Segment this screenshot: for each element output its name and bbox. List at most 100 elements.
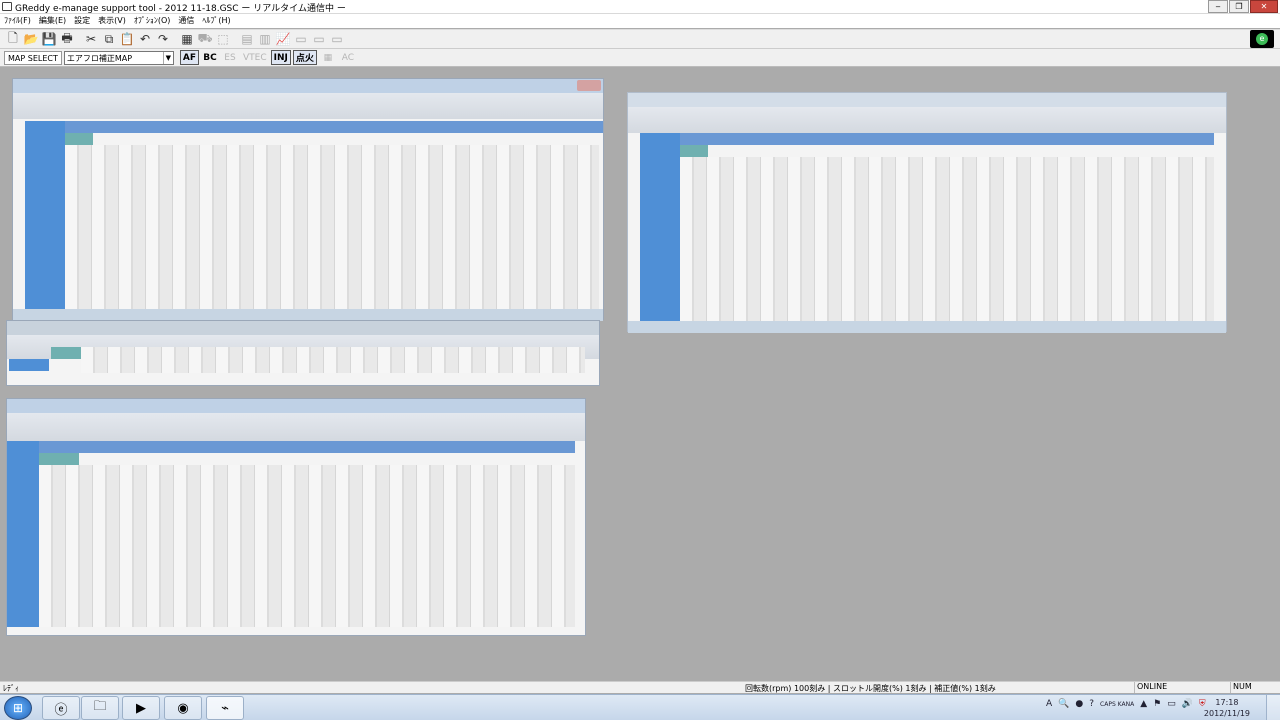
ime-mode-icon[interactable]: ● — [1075, 699, 1083, 709]
taskbar: ⊞ ⓔ 🗀 ▶ ◉ ⌁ A 🔍 ● ? CAPS KANA ▲ ⚑ ▭ 🔊 ⛨ … — [0, 694, 1280, 720]
map-window-1-column-header — [65, 121, 603, 133]
map-window-3-toolbar — [7, 413, 585, 441]
title-bar: GReddy e-manage support tool - 2012 11-1… — [0, 0, 1280, 14]
close-button[interactable]: ✕ — [1250, 0, 1278, 13]
map-window-2[interactable] — [6, 320, 600, 386]
flag-icon[interactable]: ⚑ — [1153, 699, 1161, 709]
mode-inj-button[interactable]: INJ — [270, 50, 291, 65]
emanage-icon[interactable]: ⌁ — [206, 696, 244, 720]
map-window-2-grid[interactable] — [81, 347, 585, 373]
redo-icon[interactable]: ↷ — [154, 31, 172, 48]
map-window-4-footer — [628, 321, 1226, 333]
map-window-1[interactable] — [12, 78, 604, 321]
map-window-4[interactable] — [627, 92, 1227, 333]
map-window-1-toolbar — [13, 93, 603, 119]
menu-edit[interactable]: 編集(E) — [39, 14, 66, 28]
map-window-3-titlebar[interactable] — [7, 399, 585, 413]
window-1-icon[interactable]: ▭ — [292, 31, 310, 48]
menu-options[interactable]: ｵﾌﾟｼｮﾝ(O) — [134, 14, 171, 28]
ie-icon[interactable]: ⓔ — [42, 696, 80, 720]
mode-ac-button[interactable]: AC — [339, 50, 357, 65]
window-title: GReddy e-manage support tool - 2012 11-1… — [15, 4, 346, 14]
close-icon[interactable] — [577, 80, 601, 91]
save-icon[interactable]: 💾 — [40, 31, 58, 48]
select-icon[interactable]: ⬚ — [214, 31, 232, 48]
menu-bar: ﾌｧｲﾙ(F) 編集(E) 設定 表示(V) ｵﾌﾟｼｮﾝ(O) 通信 ﾍﾙﾌﾟ… — [0, 14, 1280, 28]
table-icon[interactable]: ▦ — [178, 31, 196, 48]
clock[interactable]: 17:18 2012/11/19 — [1204, 697, 1250, 719]
open-icon[interactable]: 📂 — [22, 31, 40, 48]
cut-icon[interactable]: ✂ — [82, 31, 100, 48]
map-window-2-column-header — [9, 359, 49, 371]
new-icon[interactable]: 🗋 — [4, 31, 22, 48]
volume-icon[interactable]: 🔊 — [1182, 699, 1193, 709]
map-select-label: MAP SELECT — [4, 50, 62, 65]
mode-map-button[interactable]: ▦ — [319, 50, 337, 65]
map-toolbar: MAP SELECT エアフロ補正MAP ▼ AF BC ES VTEC INJ… — [0, 49, 1280, 67]
minimize-button[interactable]: ‒ — [1208, 0, 1228, 13]
map-window-1-grid[interactable] — [65, 145, 599, 309]
map-window-4-cursor-cell — [680, 145, 708, 157]
status-ready: ﾚﾃﾞｨ — [3, 684, 19, 693]
mode-bc-button[interactable]: BC — [201, 50, 219, 65]
window-3-icon[interactable]: ▭ — [328, 31, 346, 48]
main-toolbar: 🗋 📂 💾 🖶 ✂ ⧉ 📋 ↶ ↷ ▦ ⛟ ⬚ ▤ ▥ 📈 ▭ ▭ ▭ — [0, 29, 1280, 49]
clock-date: 2012/11/19 — [1203, 709, 1250, 718]
map-right-icon[interactable]: ▥ — [256, 31, 274, 48]
map-window-4-row-header — [640, 133, 680, 321]
show-desktop-button[interactable] — [1266, 695, 1280, 720]
map-select-dropdown[interactable]: エアフロ補正MAP ▼ — [63, 50, 174, 65]
tray-expand-icon[interactable]: ▲ — [1140, 699, 1147, 709]
map-window-1-cursor-cell — [65, 133, 93, 145]
ime-icon[interactable]: A — [1046, 699, 1052, 709]
menu-file[interactable]: ﾌｧｲﾙ(F) — [4, 14, 31, 28]
map-window-1-row-header — [25, 121, 65, 309]
menu-communication[interactable]: 通信 — [178, 14, 194, 28]
chrome-icon[interactable]: ◉ — [164, 696, 202, 720]
caps-kana-indicator: CAPS KANA — [1100, 700, 1135, 708]
app-icon[interactable] — [2, 2, 12, 11]
map-select-value: エアフロ補正MAP — [66, 53, 133, 63]
paste-icon[interactable]: 📋 — [118, 31, 136, 48]
mode-es-button[interactable]: ES — [221, 50, 239, 65]
map-left-icon[interactable]: ▤ — [238, 31, 256, 48]
mode-af-button[interactable]: AF — [179, 50, 199, 65]
map-window-1-titlebar[interactable] — [13, 79, 603, 93]
copy-icon[interactable]: ⧉ — [100, 31, 118, 48]
start-button[interactable]: ⊞ — [4, 696, 32, 720]
graph-icon[interactable]: 📈 — [274, 31, 292, 48]
window-controls: ‒ ❐ ✕ — [1207, 0, 1278, 13]
status-bar: ﾚﾃﾞｨ 回転数(rpm) 100刻み | スロットル開度(%) 1刻み | 補… — [0, 681, 1280, 693]
map-window-3-row-header — [7, 441, 39, 627]
help-icon[interactable]: ? — [1089, 699, 1094, 709]
car-icon[interactable]: ⛟ — [196, 31, 214, 48]
menu-view[interactable]: 表示(V) — [98, 14, 126, 28]
undo-icon[interactable]: ↶ — [136, 31, 154, 48]
map-window-3-cursor-cell — [39, 453, 79, 465]
mode-vtec-button[interactable]: VTEC — [241, 50, 269, 65]
window-2-icon[interactable]: ▭ — [310, 31, 328, 48]
map-window-3-grid[interactable] — [39, 465, 575, 627]
print-icon[interactable]: 🖶 — [58, 31, 76, 48]
chevron-down-icon[interactable]: ▼ — [162, 51, 173, 64]
media-player-icon[interactable]: ▶ — [122, 696, 160, 720]
restore-button[interactable]: ❐ — [1229, 0, 1249, 13]
clock-time: 17:18 — [1215, 698, 1239, 707]
map-window-4-toolbar — [628, 107, 1226, 133]
greddy-logo: e — [1250, 30, 1274, 48]
menu-settings[interactable]: 設定 — [74, 14, 90, 28]
map-window-3[interactable] — [6, 398, 586, 636]
map-window-2-titlebar[interactable] — [7, 321, 599, 335]
mode-ignition-button[interactable]: 点火 — [292, 50, 317, 65]
map-window-4-grid[interactable] — [680, 157, 1214, 321]
menu-help[interactable]: ﾍﾙﾌﾟ(H) — [202, 14, 230, 28]
network-icon[interactable]: ▭ — [1167, 699, 1176, 709]
logo-icon: e — [1256, 33, 1268, 45]
map-window-4-column-header — [680, 133, 1214, 145]
status-numlock: NUM — [1230, 682, 1280, 693]
status-units: 回転数(rpm) 100刻み | スロットル開度(%) 1刻み | 補正値(%)… — [745, 684, 996, 693]
mdi-workspace — [0, 68, 1280, 680]
explorer-icon[interactable]: 🗀 — [81, 696, 119, 720]
search-icon[interactable]: 🔍 — [1058, 699, 1069, 709]
map-window-4-titlebar[interactable] — [628, 93, 1226, 107]
